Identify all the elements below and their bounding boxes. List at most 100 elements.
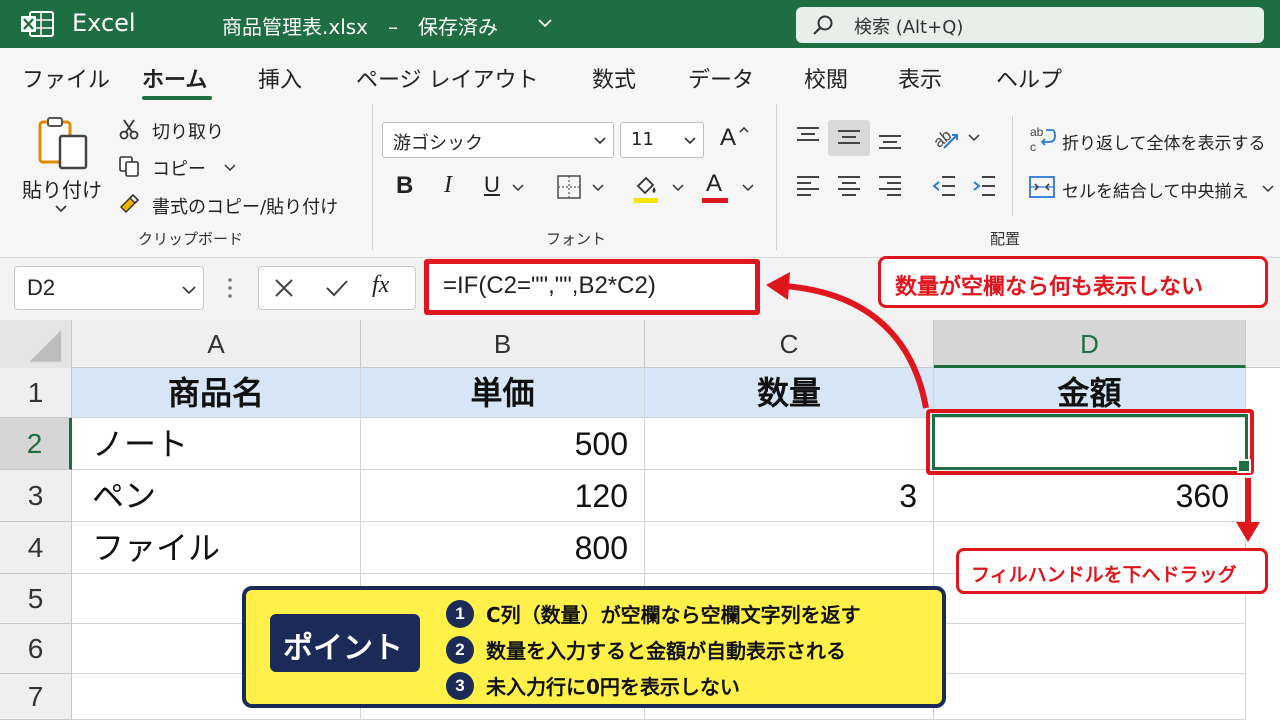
fill-handle[interactable] xyxy=(1237,459,1251,473)
search-box[interactable]: 検索 (Alt+Q) xyxy=(796,7,1264,43)
decrease-indent-icon[interactable] xyxy=(930,172,958,200)
enter-check-icon[interactable] xyxy=(324,276,350,300)
row-header-1[interactable]: 1 xyxy=(0,368,72,418)
cell-d7[interactable] xyxy=(934,674,1246,720)
font-size-dropdown[interactable]: 11 xyxy=(620,122,704,158)
increase-font-size-button[interactable]: A xyxy=(720,124,736,152)
row-header-2[interactable]: 2 xyxy=(0,418,72,470)
paste-icon[interactable] xyxy=(36,116,92,172)
formula-text: =IF(C2="","",B2*C2) xyxy=(443,272,656,299)
format-painter-button[interactable]: 書式のコピー/貼り付け xyxy=(152,193,338,219)
cell-c4[interactable] xyxy=(645,522,934,574)
tab-review[interactable]: 校閲 xyxy=(804,62,848,94)
align-left-icon[interactable] xyxy=(794,172,822,200)
chevron-down-icon[interactable] xyxy=(536,14,554,32)
svg-text:ab: ab xyxy=(1030,125,1044,139)
scissors-icon[interactable] xyxy=(118,118,140,140)
cell-b4[interactable]: 800 xyxy=(361,522,645,574)
row-header-5[interactable]: 5 xyxy=(0,574,72,624)
tab-data[interactable]: データ xyxy=(688,62,754,94)
column-header-a[interactable]: A xyxy=(72,320,361,368)
cell-b2[interactable]: 500 xyxy=(361,418,645,470)
fill-color-icon[interactable] xyxy=(632,172,660,204)
cut-button[interactable]: 切り取り xyxy=(152,118,224,144)
excel-logo-icon[interactable] xyxy=(20,11,54,37)
more-options-icon[interactable] xyxy=(226,274,234,302)
select-all-corner[interactable] xyxy=(0,320,72,368)
cell-c1[interactable]: 数量 xyxy=(645,368,934,418)
italic-button[interactable]: I xyxy=(444,172,452,199)
chevron-down-icon[interactable] xyxy=(672,182,684,194)
column-header-b[interactable]: B xyxy=(361,320,645,368)
cell-a1[interactable]: 商品名 xyxy=(72,368,361,418)
clipboard-group-label: クリップボード xyxy=(138,230,244,248)
chevron-down-icon[interactable] xyxy=(592,182,604,194)
point-badge-text: ポイント xyxy=(283,631,403,666)
chevron-down-icon[interactable] xyxy=(54,202,68,216)
cell-a3[interactable]: ペン xyxy=(72,470,361,522)
chevron-down-icon[interactable] xyxy=(224,162,236,174)
borders-icon[interactable] xyxy=(556,174,582,200)
align-bottom-icon[interactable] xyxy=(876,124,904,154)
row-header-7[interactable]: 7 xyxy=(0,674,72,720)
fill-handle-callout: フィルハンドルを下へドラッグ xyxy=(956,548,1268,594)
group-divider xyxy=(776,104,777,250)
tab-formulas[interactable]: 数式 xyxy=(592,62,636,94)
insert-function-button[interactable]: fx xyxy=(372,272,389,299)
merge-center-button[interactable]: セルを結合して中央揃え xyxy=(1062,177,1249,202)
tab-page-layout[interactable]: ページ レイアウト xyxy=(356,62,539,94)
chevron-down-icon[interactable] xyxy=(512,182,524,194)
search-placeholder: 検索 (Alt+Q) xyxy=(854,17,964,38)
align-top-icon[interactable] xyxy=(794,124,822,150)
wrap-text-icon[interactable]: ab c xyxy=(1028,124,1056,154)
orientation-icon[interactable]: ab xyxy=(930,122,960,152)
merge-center-icon[interactable] xyxy=(1028,174,1056,200)
column-header-c[interactable]: C xyxy=(645,320,934,368)
tab-help[interactable]: ヘルプ xyxy=(996,62,1062,94)
tab-file[interactable]: ファイル xyxy=(22,62,110,94)
row-header-4[interactable]: 4 xyxy=(0,522,72,574)
bold-button[interactable]: B xyxy=(396,172,413,200)
chevron-down-icon[interactable] xyxy=(742,182,754,194)
column-header-d[interactable]: D xyxy=(934,320,1246,368)
point-badge: ポイント xyxy=(270,614,420,672)
tab-view[interactable]: 表示 xyxy=(898,62,942,94)
align-right-icon[interactable] xyxy=(876,172,904,200)
cell-b3[interactable]: 120 xyxy=(361,470,645,522)
formula-input[interactable]: =IF(C2="","",B2*C2) xyxy=(424,259,760,315)
wrap-text-button[interactable]: 折り返して全体を表示する xyxy=(1062,129,1266,154)
align-center-icon[interactable] xyxy=(835,172,863,200)
font-color-button[interactable]: A xyxy=(706,170,722,198)
cell-d6[interactable] xyxy=(934,624,1246,674)
chevron-down-icon[interactable] xyxy=(1262,183,1274,195)
cell-c3[interactable]: 3 xyxy=(645,470,934,522)
row-header-3[interactable]: 3 xyxy=(0,470,72,522)
copy-button[interactable]: コピー xyxy=(152,155,206,181)
align-middle-icon[interactable] xyxy=(835,124,863,150)
cancel-icon[interactable] xyxy=(272,276,296,300)
formula-callout-text: 数量が空欄なら何も表示しない xyxy=(895,275,1204,300)
fill-handle-callout-text: フィルハンドルを下へドラッグ xyxy=(971,564,1237,586)
increase-indent-icon[interactable] xyxy=(970,172,998,200)
cell-d3[interactable]: 360 xyxy=(934,470,1246,522)
font-name-dropdown[interactable]: 游ゴシック xyxy=(382,122,614,158)
cell-b1[interactable]: 単価 xyxy=(361,368,645,418)
paste-button[interactable]: 貼り付け xyxy=(22,174,102,203)
tab-insert[interactable]: 挿入 xyxy=(258,62,302,94)
chevron-down-icon[interactable] xyxy=(181,282,197,298)
name-box-value: D2 xyxy=(27,275,56,300)
font-size-value: 11 xyxy=(631,129,654,150)
document-title[interactable]: 商品管理表.xlsx – 保存済み xyxy=(222,11,498,40)
cell-c2[interactable] xyxy=(645,418,934,470)
format-painter-icon[interactable] xyxy=(118,193,140,215)
name-box[interactable]: D2 xyxy=(14,266,204,310)
copy-icon[interactable] xyxy=(118,155,140,177)
tab-home[interactable]: ホーム xyxy=(142,62,207,94)
cell-a2[interactable]: ノート xyxy=(72,418,361,470)
underline-button[interactable]: U xyxy=(484,172,500,198)
row-header-6[interactable]: 6 xyxy=(0,624,72,674)
chevron-down-icon[interactable] xyxy=(968,132,980,144)
fill-color-swatch xyxy=(634,198,658,203)
cell-a4[interactable]: ファイル xyxy=(72,522,361,574)
point-number-1: 1 xyxy=(446,600,474,628)
